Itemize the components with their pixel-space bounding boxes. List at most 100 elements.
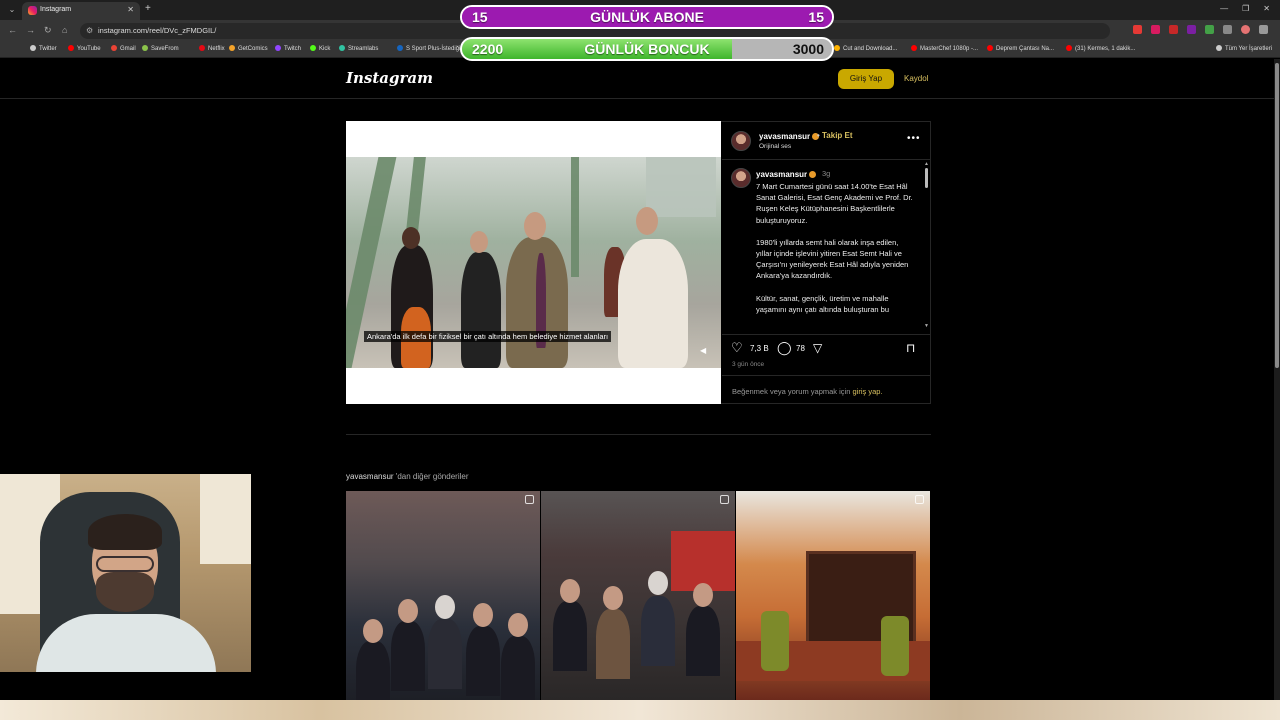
bead-goal-bar: GÜNLÜK BONCUK 2200 3000 bbox=[460, 37, 834, 61]
post-username[interactable]: yavasmansur bbox=[759, 132, 820, 141]
bookmark-favicon-icon bbox=[1216, 45, 1222, 51]
bookmark-item[interactable]: S Sport Plus-İstediği... bbox=[397, 45, 465, 52]
like-heart-icon[interactable]: ♡ bbox=[731, 341, 743, 355]
goal-target: 15 bbox=[808, 9, 824, 25]
video-subtitle: Ankara'da ilk defa bir fiziksel bir çatı… bbox=[364, 331, 612, 342]
bookmark-item[interactable]: Gmail bbox=[111, 45, 136, 52]
extension-icons bbox=[1133, 25, 1268, 34]
back-icon[interactable]: ← bbox=[8, 25, 17, 35]
bookmark-item[interactable]: (31) Kermes, 1 dakik... bbox=[1066, 45, 1135, 52]
caption-username[interactable]: yavasmansur bbox=[756, 170, 817, 179]
restore-icon[interactable]: ❐ bbox=[1242, 4, 1249, 13]
tab-search-icon[interactable]: ⌄ bbox=[6, 4, 18, 16]
window-controls: — ❐ ✕ bbox=[1220, 4, 1270, 13]
bookmark-label: S Sport Plus-İstediği... bbox=[406, 46, 466, 52]
bookmark-favicon-icon bbox=[987, 45, 993, 51]
verified-badge-icon bbox=[809, 171, 817, 178]
menu-icon[interactable] bbox=[1259, 25, 1268, 34]
more-options-icon[interactable]: ••• bbox=[907, 133, 921, 144]
bookmark-label: Streamlabs bbox=[348, 46, 379, 52]
mute-icon[interactable]: ◀ bbox=[700, 346, 706, 355]
like-count: 7,3 B bbox=[750, 344, 769, 353]
login-prompt: Beğenmek veya yorum yapmak için giriş ya… bbox=[732, 387, 883, 396]
site-info-icon[interactable]: ⚙ bbox=[86, 26, 93, 35]
avatar[interactable] bbox=[731, 131, 751, 151]
bookmark-item[interactable]: Deprem Çantası Na... bbox=[987, 45, 1054, 52]
bookmark-item[interactable]: Kick bbox=[310, 45, 330, 52]
bookmark-favicon-icon bbox=[834, 45, 840, 51]
extension-icon[interactable] bbox=[1151, 25, 1160, 34]
bookmark-item[interactable]: Netflix bbox=[199, 45, 225, 52]
reel-icon bbox=[915, 495, 924, 504]
bookmark-item[interactable]: SaveFrom bbox=[142, 45, 179, 52]
bookmark-label: (31) Kermes, 1 dakik... bbox=[1075, 46, 1136, 52]
save-bookmark-icon[interactable]: ⊓ bbox=[906, 341, 915, 355]
profile-avatar[interactable] bbox=[1241, 25, 1250, 34]
extension-icon[interactable] bbox=[1133, 25, 1142, 34]
scroll-down-icon[interactable]: ▼ bbox=[924, 323, 929, 329]
minimize-icon[interactable]: — bbox=[1220, 4, 1228, 13]
close-window-icon[interactable]: ✕ bbox=[1263, 4, 1270, 13]
bookmark-label: Tüm Yer İşaretleri bbox=[1225, 46, 1273, 52]
bookmark-favicon-icon bbox=[911, 45, 917, 51]
more-post-thumbnail[interactable] bbox=[541, 491, 735, 700]
instagram-header: Instagram Giriş Yap Kaydol bbox=[0, 59, 1274, 99]
forward-icon[interactable]: → bbox=[26, 25, 35, 35]
bookmark-favicon-icon bbox=[199, 45, 205, 51]
comment-icon[interactable]: ◯ bbox=[777, 341, 792, 355]
bookmark-item[interactable]: Cut and Download... bbox=[834, 45, 897, 52]
home-icon[interactable]: ⌂ bbox=[62, 25, 67, 35]
bookmark-item[interactable]: Tüm Yer İşaretleri bbox=[1216, 45, 1272, 52]
audio-label[interactable]: Orijinal ses bbox=[759, 143, 791, 150]
new-tab-icon[interactable]: + bbox=[145, 3, 151, 14]
close-tab-icon[interactable]: ✕ bbox=[127, 5, 134, 14]
bookmark-label: GetComics bbox=[238, 46, 268, 52]
bookmark-label: YouTube bbox=[77, 46, 101, 52]
caption-scrollbar[interactable] bbox=[925, 168, 928, 188]
follow-separator: • bbox=[817, 131, 820, 140]
divider bbox=[722, 334, 930, 335]
extension-icon[interactable] bbox=[1169, 25, 1178, 34]
bookmark-favicon-icon bbox=[397, 45, 403, 51]
comment-count: 78 bbox=[796, 344, 805, 353]
bookmark-item[interactable]: Twitter bbox=[30, 45, 57, 52]
extensions-puzzle-icon[interactable] bbox=[1223, 25, 1232, 34]
avatar[interactable] bbox=[731, 168, 751, 188]
tab-title: Instagram bbox=[40, 6, 72, 13]
divider bbox=[722, 159, 930, 160]
more-post-thumbnail[interactable] bbox=[736, 491, 930, 700]
login-link[interactable]: giriş yap. bbox=[852, 387, 882, 396]
bookmark-favicon-icon bbox=[339, 45, 345, 51]
bookmark-favicon-icon bbox=[142, 45, 148, 51]
bookmark-item[interactable]: GetComics bbox=[229, 45, 268, 52]
bookmark-label: SaveFrom bbox=[151, 46, 179, 52]
follow-button[interactable]: Takip Et bbox=[822, 131, 853, 140]
extension-icon[interactable] bbox=[1187, 25, 1196, 34]
post-caption: 7 Mart Cumartesi günü saat 14.00'te Esat… bbox=[756, 181, 916, 331]
bookmark-favicon-icon bbox=[68, 45, 74, 51]
caption-paragraph: Kültür, sanat, gençlik, üretim ve mahall… bbox=[756, 293, 889, 314]
more-post-thumbnail[interactable] bbox=[346, 491, 540, 700]
bookmark-label: Netflix bbox=[208, 46, 225, 52]
share-icon[interactable]: ▽ bbox=[813, 341, 822, 355]
signup-link[interactable]: Kaydol bbox=[904, 74, 928, 83]
bookmark-favicon-icon bbox=[1066, 45, 1072, 51]
goal-label: GÜNLÜK BONCUK bbox=[584, 41, 710, 57]
bookmark-item[interactable]: MasterChef 1080p -... bbox=[911, 45, 978, 52]
page-scrollbar-thumb[interactable] bbox=[1275, 63, 1279, 368]
instagram-logo[interactable]: Instagram bbox=[346, 69, 433, 87]
bookmark-item[interactable]: Streamlabs bbox=[339, 45, 378, 52]
url-text: instagram.com/reel/DVc_zFMDGIL/ bbox=[98, 26, 217, 35]
login-button[interactable]: Giriş Yap bbox=[838, 69, 894, 89]
section-divider bbox=[346, 434, 931, 435]
bookmark-favicon-icon bbox=[111, 45, 117, 51]
bookmark-item[interactable]: Twitch bbox=[275, 45, 301, 52]
scroll-up-icon[interactable]: ▲ bbox=[924, 161, 929, 167]
bookmark-favicon-icon bbox=[30, 45, 36, 51]
reel-icon bbox=[720, 495, 729, 504]
bookmark-item[interactable]: YouTube bbox=[68, 45, 101, 52]
browser-tab[interactable]: Instagram ✕ bbox=[22, 2, 140, 20]
reload-icon[interactable]: ↻ bbox=[44, 25, 52, 36]
extension-icon[interactable] bbox=[1205, 25, 1214, 34]
bookmark-favicon-icon bbox=[229, 45, 235, 51]
